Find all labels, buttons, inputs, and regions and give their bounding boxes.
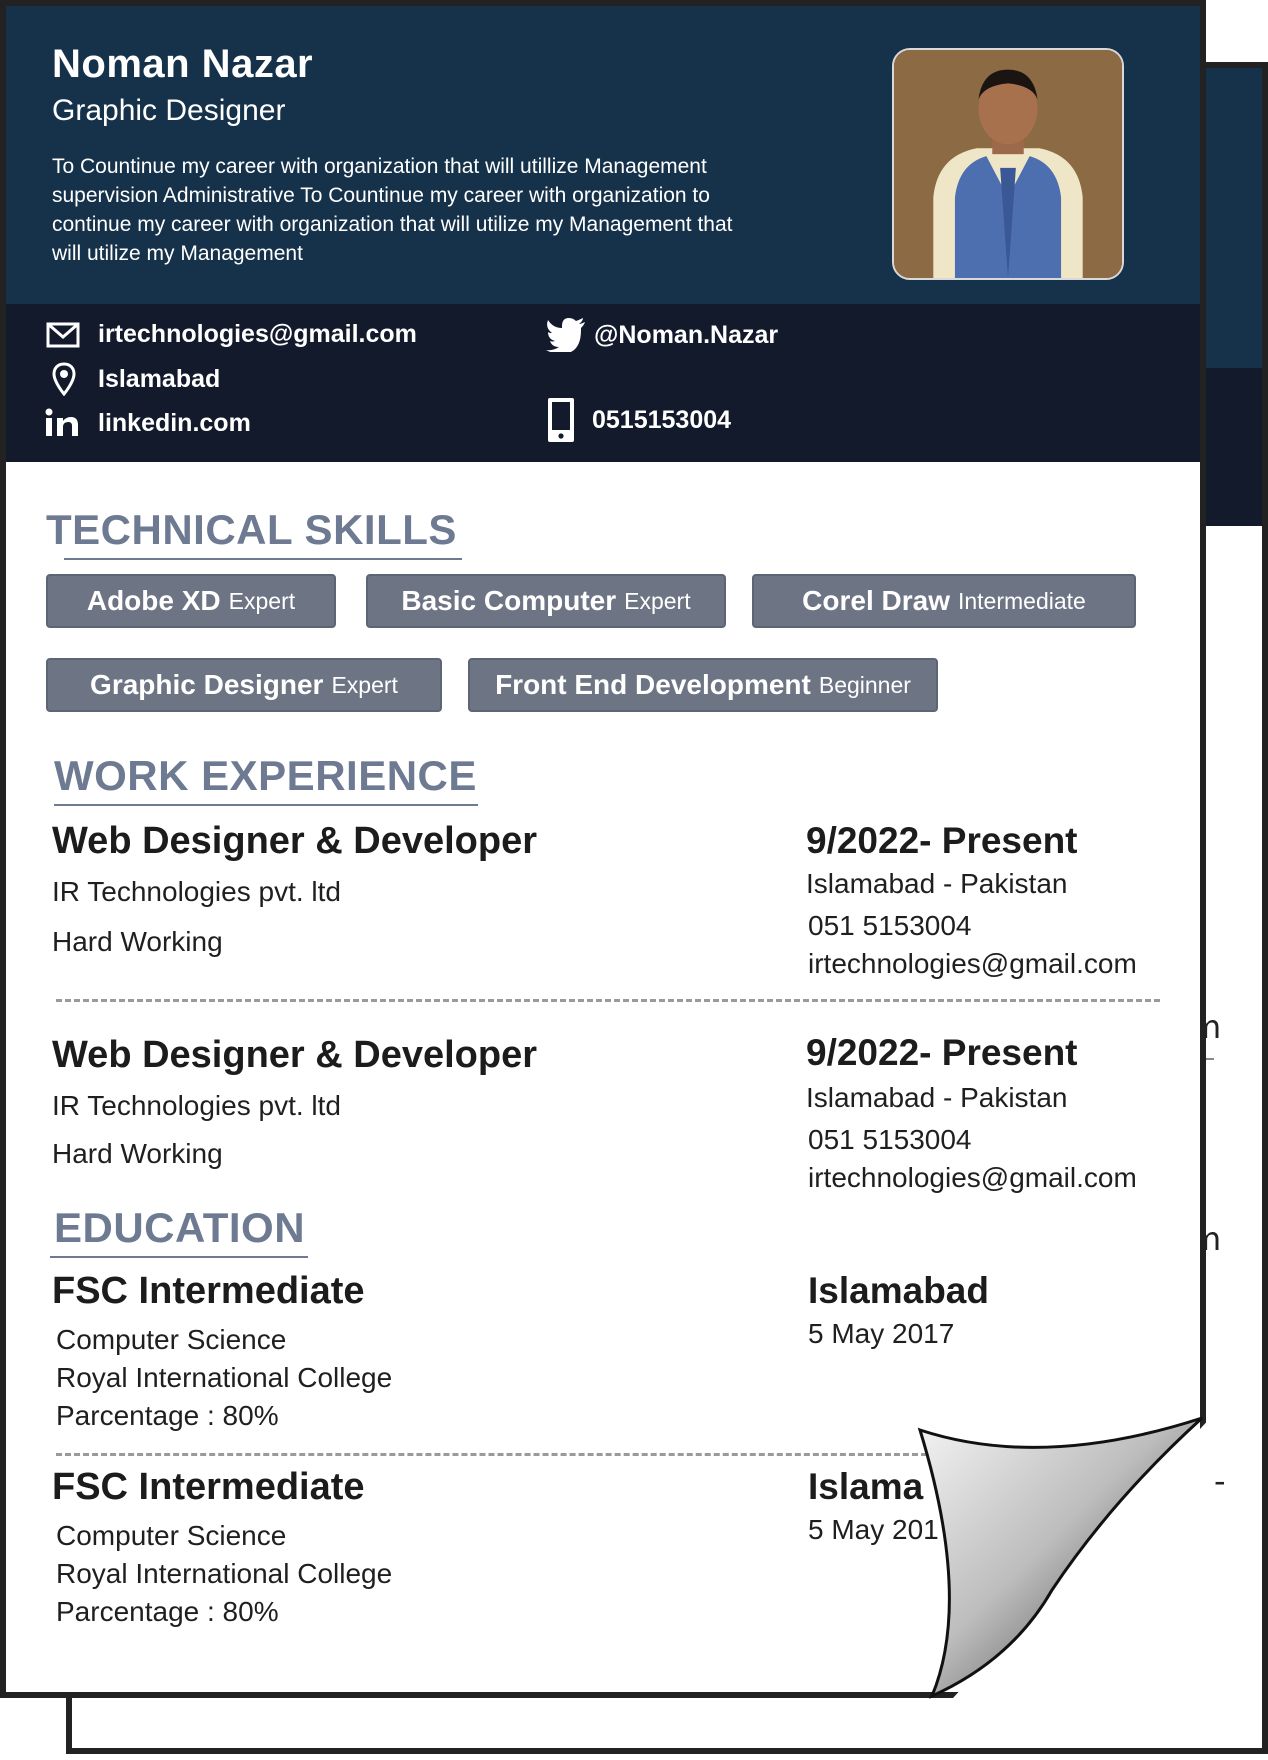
experience-email: irtechnologies@gmail.com (808, 948, 1137, 979)
back-page-fragment: - (1214, 1462, 1226, 1500)
education-institute: Royal International College (56, 1558, 393, 1589)
skill-chip: Front End Development Beginner (468, 658, 938, 712)
education-degree: FSC Intermediate (52, 1270, 365, 1312)
experience-role: Web Designer & Developer (52, 1034, 538, 1076)
twitter-text: @Noman.Nazar (594, 320, 779, 349)
experience-location: Islamabad - Pakistan (806, 868, 1068, 899)
skill-level: Expert (228, 587, 296, 614)
education-score: Parcentage : 80% (56, 1400, 279, 1431)
linkedin-text: linkedin.com (98, 408, 251, 437)
skill-level: Expert (331, 671, 398, 698)
experience-period: 9/2022- Present (806, 820, 1078, 861)
experience-heading: WORK EXPERIENCE (54, 752, 477, 799)
contact-email[interactable]: irtechnologies@gmail.com (46, 320, 417, 349)
experience-note: Hard Working (52, 1138, 223, 1169)
twitter-icon (546, 318, 585, 352)
education-field: Computer Science (56, 1324, 287, 1355)
location-text: Islamabad (98, 364, 221, 393)
skill-name: Basic Computer (401, 585, 617, 616)
experience-location: Islamabad - Pakistan (806, 1082, 1068, 1113)
skill-level: Expert (624, 587, 691, 614)
skill-chip: Corel Draw Intermediate (752, 574, 1136, 628)
skill-level: Beginner (818, 671, 911, 698)
email-text: irtechnologies@gmail.com (98, 320, 417, 348)
experience-note: Hard Working (52, 926, 223, 957)
education-date: 5 May 2017 (808, 1318, 955, 1349)
experience-divider (56, 999, 1160, 1002)
skills-heading-rule (64, 558, 462, 560)
experience-company: IR Technologies pvt. ltd (52, 876, 341, 907)
skill-name: Corel Draw (802, 585, 950, 616)
resume-page: Noman Nazar Graphic Designer To Countinu… (0, 0, 1206, 1698)
education-degree: FSC Intermediate (52, 1466, 365, 1508)
education-date: 5 May 201 (808, 1514, 939, 1545)
linkedin-icon (45, 408, 78, 436)
location-pin-icon (52, 362, 76, 396)
person-name: Noman Nazar (52, 42, 314, 86)
contact-twitter[interactable]: @Noman.Nazar (546, 318, 778, 352)
experience-company: IR Technologies pvt. ltd (52, 1090, 341, 1121)
education-heading-rule (50, 1256, 308, 1258)
education-institute: Royal International College (56, 1362, 393, 1393)
mail-icon (46, 322, 80, 347)
resume-header: Noman Nazar Graphic Designer To Countinu… (6, 6, 1200, 304)
skill-chip: Graphic Designer Expert (46, 658, 442, 712)
skill-chip: Basic Computer Expert (366, 574, 726, 628)
skill-name: Graphic Designer (90, 669, 324, 700)
education-field: Computer Science (56, 1520, 287, 1551)
education-score: Parcentage : 80% (56, 1596, 279, 1627)
profile-photo-illustration (894, 50, 1122, 278)
education-divider (56, 1453, 936, 1456)
skill-name: Adobe XD (86, 585, 221, 616)
experience-email: irtechnologies@gmail.com (808, 1162, 1137, 1193)
profile-photo (892, 48, 1124, 280)
education-heading: EDUCATION (54, 1204, 306, 1251)
skills-heading: TECHNICAL SKILLS (46, 506, 457, 553)
skill-chip: Adobe XD Expert (46, 574, 336, 628)
job-title: Graphic Designer (52, 94, 286, 127)
skill-level: Intermediate (957, 587, 1086, 614)
education-city: Islama (808, 1466, 924, 1507)
contact-linkedin[interactable]: linkedin.com (44, 408, 251, 438)
experience-period: 9/2022- Present (806, 1032, 1078, 1073)
experience-heading-rule (54, 804, 478, 806)
career-summary: To Countinue my career with organization… (52, 155, 733, 265)
experience-phone: 051 5153004 (808, 910, 972, 941)
phone-text: 0515153004 (592, 405, 732, 434)
skill-name: Front End Development (495, 669, 811, 700)
experience-role: Web Designer & Developer (52, 820, 538, 862)
contact-phone[interactable]: 0515153004 (546, 396, 731, 444)
experience-phone: 051 5153004 (808, 1124, 972, 1155)
contact-location: Islamabad (52, 362, 220, 396)
phone-icon (548, 398, 574, 442)
education-city: Islamabad (808, 1270, 989, 1311)
contact-bar: irtechnologies@gmail.com Islamabad linke… (6, 304, 1200, 462)
